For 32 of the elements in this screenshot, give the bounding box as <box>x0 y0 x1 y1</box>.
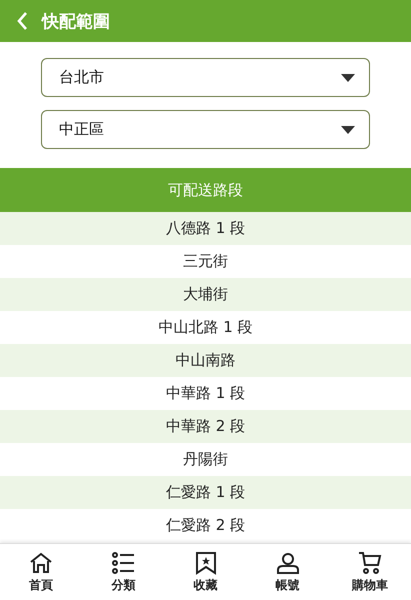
table-row: 中山南路 <box>0 344 411 377</box>
table-row: 八德路 1 段 <box>0 212 411 245</box>
nav-tab[interactable]: 帳號 <box>246 544 329 600</box>
nav-label: 收藏 <box>194 576 218 594</box>
dropdown[interactable]: 台北市 <box>41 58 370 97</box>
nav-tab[interactable]: 收藏 <box>164 544 247 600</box>
table-row-text: 丹陽街 <box>182 449 229 470</box>
page-title: 快配範圍 <box>42 10 110 32</box>
table-row-text: 中山北路 1 段 <box>157 317 254 338</box>
table-heading: 可配送路段 <box>0 168 411 212</box>
nav-label: 購物車 <box>352 576 388 594</box>
nav-label: 分類 <box>111 576 136 594</box>
nav-label: 帳號 <box>276 576 300 594</box>
nav-tab[interactable]: 首頁 <box>0 544 82 600</box>
table-row-text: 三元街 <box>182 251 229 272</box>
home-icon <box>29 550 54 574</box>
table-row: 中華路 2 段 <box>0 410 411 443</box>
table-row: 大埔街 <box>0 278 411 311</box>
table-row-text: 仁愛路 2 段 <box>164 515 246 536</box>
caret-icon <box>341 126 355 134</box>
caret-icon <box>341 74 355 82</box>
back-icon[interactable] <box>16 11 28 31</box>
list-icon <box>111 550 136 574</box>
cart-icon <box>358 550 382 574</box>
user-icon <box>276 550 300 574</box>
nav-tab[interactable]: 購物車 <box>328 544 411 600</box>
nav-label: 首頁 <box>29 576 54 594</box>
table-row: 仁愛路 1 段 <box>0 476 411 509</box>
nav-tab[interactable]: 分類 <box>82 544 164 600</box>
dropdown[interactable]: 中正區 <box>41 110 370 149</box>
bookmark-icon <box>194 550 218 574</box>
table-row-text: 中華路 1 段 <box>164 383 246 404</box>
